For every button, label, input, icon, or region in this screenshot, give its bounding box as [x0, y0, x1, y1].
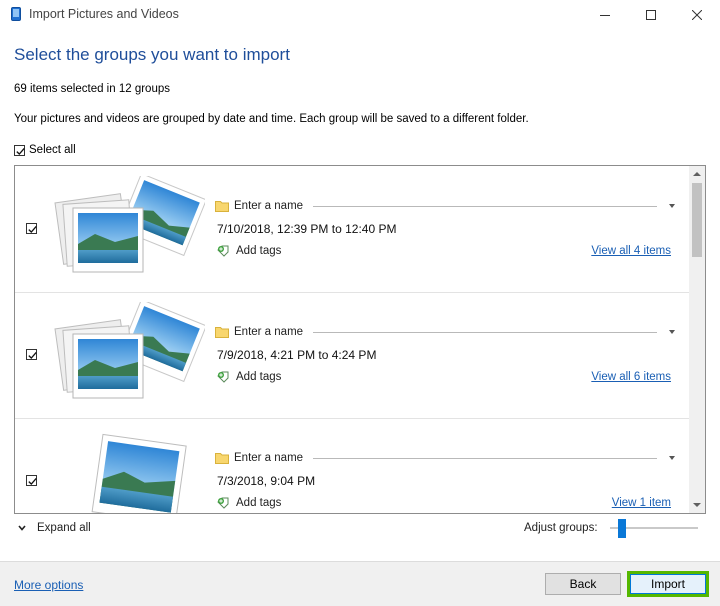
group-name-placeholder: Enter a name [234, 326, 304, 338]
group-item: Enter a name 7/9/2018, 4:21 PM to 4:24 P… [15, 292, 689, 419]
group-name-placeholder: Enter a name [234, 452, 304, 464]
checkmark-icon [28, 225, 37, 233]
page-heading: Select the groups you want to import [14, 45, 290, 64]
group-name-field[interactable]: Enter a name [215, 197, 675, 215]
name-underline [313, 457, 657, 459]
vertical-scrollbar[interactable] [689, 166, 705, 513]
select-all-toggle[interactable]: Select all [14, 144, 76, 156]
chevron-down-icon[interactable] [669, 204, 675, 208]
group-date: 7/10/2018, 12:39 PM to 12:40 PM [217, 222, 397, 236]
group-date: 7/3/2018, 9:04 PM [217, 474, 316, 488]
checkmark-icon [28, 477, 37, 485]
add-tags-button[interactable]: Add tags [217, 245, 281, 257]
more-options-link[interactable]: More options [14, 578, 83, 592]
import-button[interactable]: Import [627, 571, 709, 597]
expand-all-label: Expand all [37, 522, 91, 534]
add-tags-label: Add tags [236, 497, 282, 509]
group-item: Enter a name 7/3/2018, 9:04 PM Add tags … [15, 418, 689, 513]
photo-thumbnail [91, 433, 187, 513]
scroll-up-icon[interactable] [693, 172, 701, 176]
group-name-field[interactable]: Enter a name [215, 449, 675, 467]
photo-stack-thumbnail [54, 176, 205, 273]
view-items-link[interactable]: View all 4 items [591, 245, 671, 257]
close-button[interactable] [674, 0, 720, 30]
select-all-label: Select all [29, 144, 76, 156]
maximize-icon [646, 10, 656, 20]
folder-icon [215, 327, 229, 338]
minimize-button[interactable] [582, 0, 628, 30]
import-button-label: Import [630, 574, 706, 594]
app-icon [11, 7, 21, 21]
scroll-thumb[interactable] [692, 183, 702, 257]
window-title: Import Pictures and Videos [29, 7, 179, 21]
name-underline [313, 205, 657, 207]
group-date: 7/9/2018, 4:21 PM to 4:24 PM [217, 348, 377, 362]
back-button[interactable]: Back [545, 573, 621, 595]
photo-stack-thumbnail [54, 302, 205, 399]
title-bar: Import Pictures and Videos [0, 0, 720, 30]
group-checkbox[interactable] [26, 223, 37, 234]
view-items-link[interactable]: View 1 item [612, 497, 671, 509]
add-tags-button[interactable]: Add tags [217, 497, 281, 509]
folder-icon [215, 453, 229, 464]
tag-add-icon [217, 497, 229, 509]
slider-thumb[interactable] [618, 519, 626, 538]
footer-bar: More options Back Import [0, 561, 720, 606]
chevron-down-icon[interactable] [669, 456, 675, 460]
selection-summary: 69 items selected in 12 groups [14, 83, 170, 95]
add-tags-label: Add tags [236, 245, 282, 257]
add-tags-label: Add tags [236, 371, 282, 383]
group-checkbox[interactable] [26, 475, 37, 486]
group-item: Enter a name 7/10/2018, 12:39 PM to 12:4… [15, 166, 689, 293]
group-name-placeholder: Enter a name [234, 200, 304, 212]
add-tags-button[interactable]: Add tags [217, 371, 281, 383]
select-all-checkbox[interactable] [14, 144, 25, 156]
checkmark-icon [16, 147, 25, 155]
tag-add-icon [217, 371, 229, 383]
name-underline [313, 331, 657, 333]
grouping-description: Your pictures and videos are grouped by … [14, 113, 529, 125]
adjust-groups-slider[interactable] [610, 517, 700, 539]
tag-add-icon [217, 245, 229, 257]
group-list[interactable]: Enter a name 7/10/2018, 12:39 PM to 12:4… [14, 165, 706, 514]
scroll-down-icon[interactable] [693, 503, 701, 507]
expand-all-button[interactable]: Expand all [18, 522, 91, 534]
checkmark-icon [28, 351, 37, 359]
folder-icon [215, 201, 229, 212]
group-name-field[interactable]: Enter a name [215, 323, 675, 341]
view-items-link[interactable]: View all 6 items [591, 371, 671, 383]
group-checkbox[interactable] [26, 349, 37, 360]
maximize-button[interactable] [628, 0, 674, 30]
minimize-icon [600, 15, 610, 16]
chevron-down-icon[interactable] [669, 330, 675, 334]
chevron-down-icon [18, 525, 26, 531]
close-icon [692, 10, 702, 20]
adjust-groups-label: Adjust groups: [524, 522, 598, 534]
